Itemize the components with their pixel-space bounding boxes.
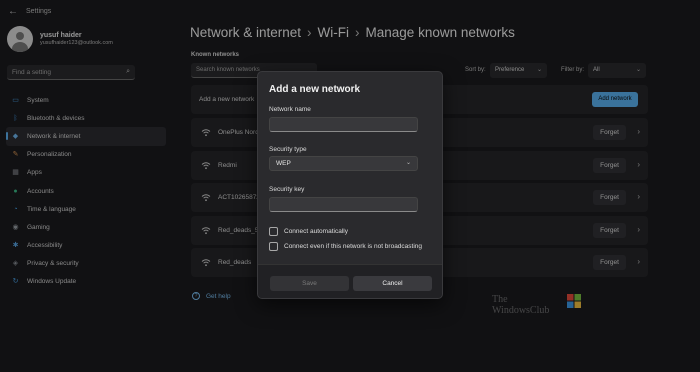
cancel-button[interactable]: Cancel <box>353 276 432 291</box>
dialog-footer: Save Cancel <box>258 264 442 298</box>
connect-not-broadcasting-checkbox[interactable]: Connect even if this network is not broa… <box>269 242 422 251</box>
security-key-label: Security key <box>269 186 305 193</box>
checkbox-icon <box>269 227 278 236</box>
network-name-label: Network name <box>269 106 311 113</box>
connect-automatically-label: Connect automatically <box>284 228 348 235</box>
network-name-input[interactable] <box>269 117 418 132</box>
security-type-select[interactable]: WEP ⌄ <box>269 156 418 171</box>
connect-not-broadcasting-label: Connect even if this network is not broa… <box>284 243 423 250</box>
dialog-title: Add a new network <box>269 84 361 95</box>
security-type-label: Security type <box>269 146 307 153</box>
connect-automatically-checkbox[interactable]: Connect automatically <box>269 227 348 236</box>
security-type-value: WEP <box>276 160 291 167</box>
security-key-input[interactable] <box>269 197 418 212</box>
chevron-down-icon: ⌄ <box>405 160 411 166</box>
checkbox-icon <box>269 242 278 251</box>
save-button[interactable]: Save <box>270 276 349 291</box>
add-network-dialog: Add a new network Network name Security … <box>257 71 443 299</box>
